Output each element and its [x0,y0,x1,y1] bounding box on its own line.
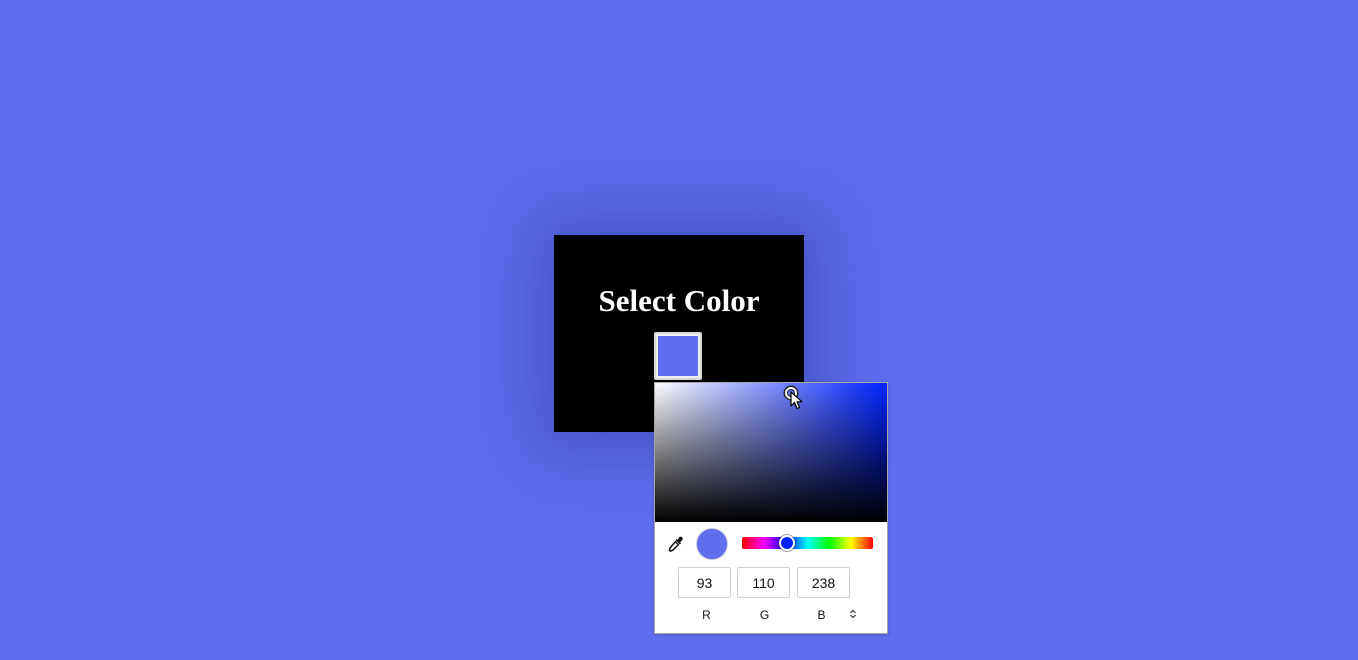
current-color-swatch [696,528,728,560]
color-input-swatch [658,336,698,376]
red-input[interactable] [678,567,731,598]
hue-slider-thumb[interactable] [779,535,795,551]
hue-slider[interactable] [742,535,873,551]
blue-input[interactable] [797,567,850,598]
up-down-arrows-icon[interactable] [846,607,860,621]
color-input-button[interactable] [654,332,702,380]
green-input[interactable] [737,567,790,598]
saturation-value-area[interactable] [655,383,887,522]
page-background: { "card": { "title": "Select Color", "ba… [0,0,1358,660]
red-label: R [702,608,711,622]
color-picker-popup: R G B [654,382,888,634]
mouse-pointer-icon [790,391,803,410]
blue-label: B [817,608,826,622]
card-title: Select Color [598,283,760,318]
green-label: G [759,608,770,622]
eyedropper-icon[interactable] [667,535,685,553]
